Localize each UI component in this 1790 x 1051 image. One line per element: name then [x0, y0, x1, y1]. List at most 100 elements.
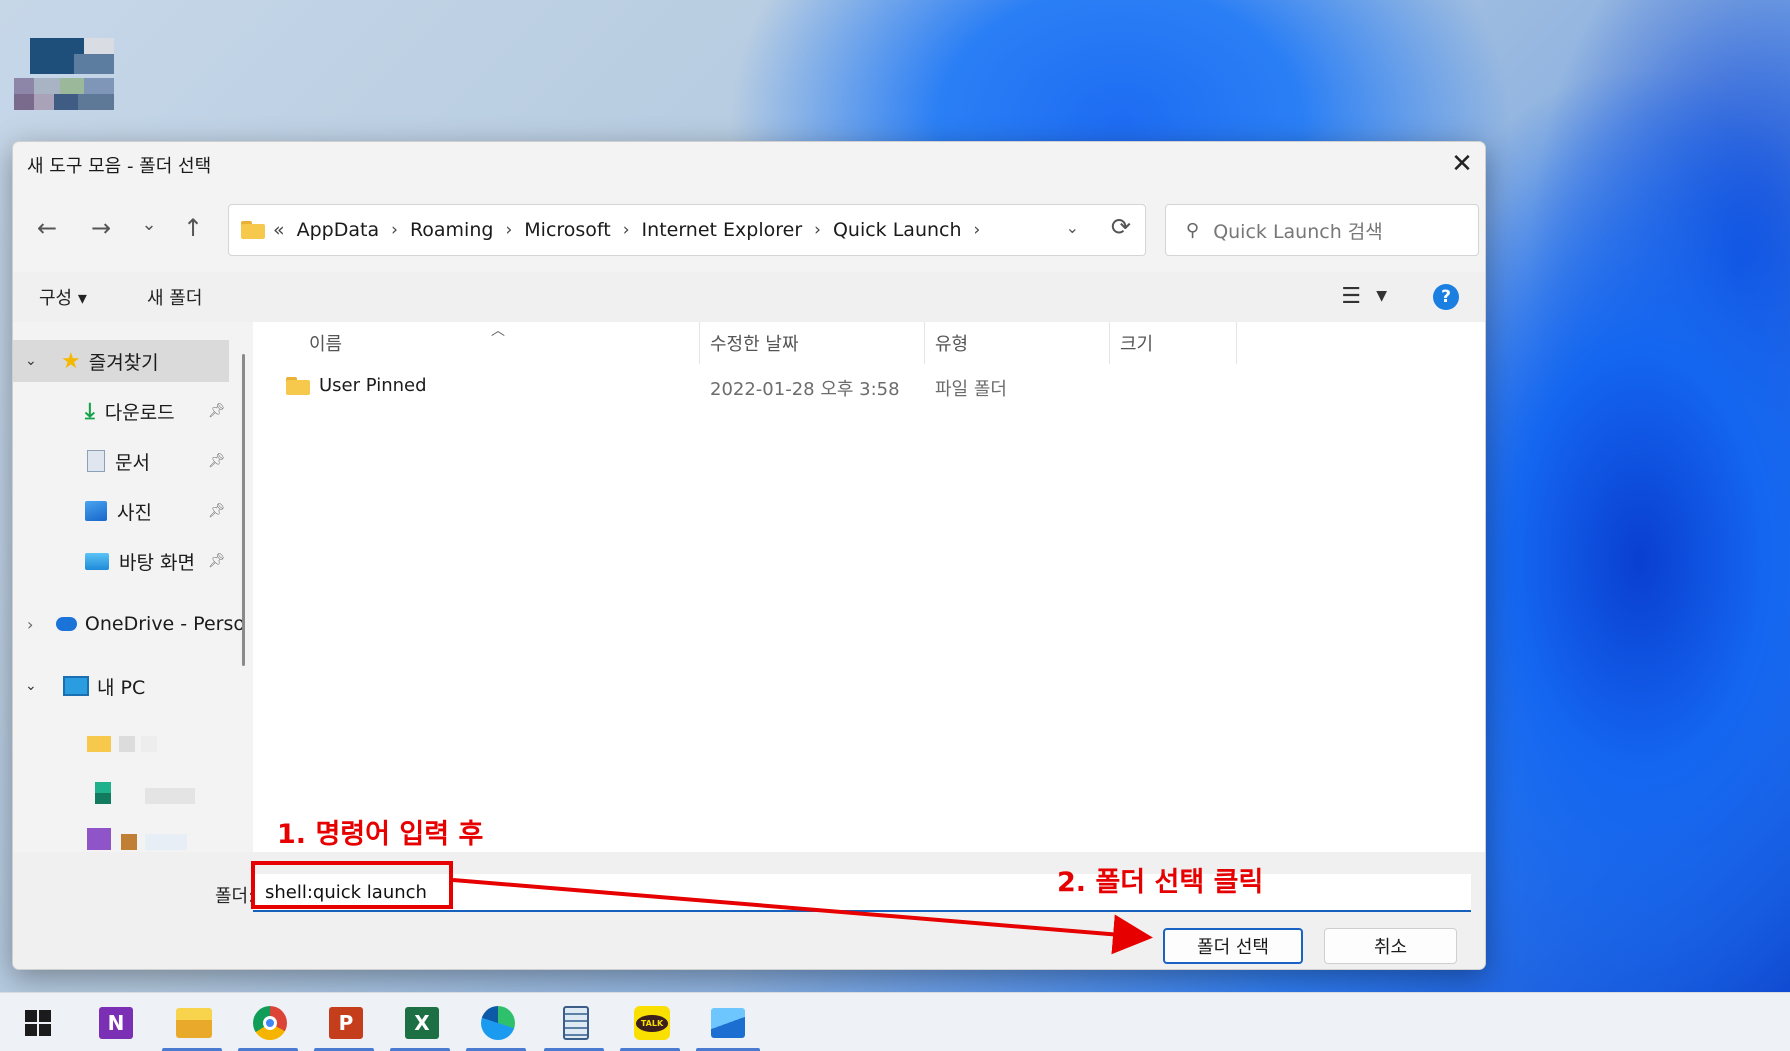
- address-overflow[interactable]: «: [273, 219, 285, 241]
- sidebar-item-this-pc[interactable]: ⌄ 내 PC: [13, 665, 245, 707]
- close-button[interactable]: ✕: [1439, 142, 1485, 186]
- breadcrumb-separator[interactable]: ›: [391, 220, 398, 240]
- taskbar-file-explorer[interactable]: [174, 1003, 214, 1043]
- taskbar-notepad[interactable]: [556, 1003, 596, 1043]
- forward-button[interactable]: →: [83, 210, 119, 246]
- search-input[interactable]: ⚲ Quick Launch 검색: [1165, 204, 1479, 256]
- select-folder-button[interactable]: 폴더 선택: [1163, 928, 1303, 964]
- dialog-footer: 폴더: 폴더 선택 취소: [13, 852, 1485, 969]
- taskbar-photos[interactable]: [708, 1003, 748, 1043]
- view-dropdown-icon[interactable]: ▼: [1376, 288, 1387, 304]
- annotation-highlight-box: [251, 861, 453, 909]
- redacted-label: [145, 788, 195, 804]
- taskbar-kakaotalk[interactable]: TALK: [632, 1003, 672, 1043]
- annotation-step2: 2. 폴더 선택 클릭: [1057, 867, 1264, 898]
- sidebar-item-label: 문서: [115, 451, 150, 474]
- sort-ascending-icon: ︿: [491, 323, 505, 339]
- nav-scrollbar[interactable]: [242, 354, 245, 666]
- pin-icon: 📌︎: [208, 553, 226, 569]
- document-icon: [87, 450, 105, 472]
- app-icon: [95, 782, 111, 804]
- picture-icon: [85, 501, 107, 521]
- new-folder-button[interactable]: 새 폴더: [147, 284, 202, 310]
- sidebar-item-onedrive[interactable]: › OneDrive - Perso: [13, 603, 245, 645]
- sidebar-item-downloads[interactable]: ⤓ 다운로드 📌︎: [13, 390, 245, 432]
- redacted-label: [141, 736, 157, 752]
- column-header-name[interactable]: 이름: [309, 330, 342, 356]
- kakaotalk-icon: TALK: [634, 1006, 670, 1040]
- column-divider[interactable]: [1236, 322, 1237, 364]
- sidebar-item-favorites[interactable]: ⌄ ★ 즐겨찾기: [13, 340, 229, 382]
- column-header-type[interactable]: 유형: [935, 330, 968, 356]
- recent-locations-button[interactable]: ⌄: [131, 206, 167, 242]
- sidebar-item-documents[interactable]: 문서 📌︎: [13, 440, 245, 482]
- address-history-chevron-icon[interactable]: ⌄: [1066, 218, 1079, 237]
- view-list-icon[interactable]: ☰: [1341, 284, 1361, 309]
- chevron-expanded-icon[interactable]: ⌄: [25, 353, 51, 369]
- address-bar[interactable]: « AppData › Roaming › Microsoft › Intern…: [228, 204, 1146, 256]
- navigation-pane: ⌄ ★ 즐겨찾기 ⤓ 다운로드 📌︎ 문서 📌︎ 사진 📌︎ 바탕 화면 📌︎ …: [13, 322, 245, 852]
- chrome-icon: [253, 1006, 287, 1040]
- pin-icon: 📌︎: [208, 403, 226, 419]
- monitor-icon: [63, 676, 89, 696]
- chevron-right-icon[interactable]: ›: [27, 615, 46, 634]
- breadcrumb-quick-launch[interactable]: Quick Launch: [833, 219, 962, 241]
- navigation-row: ← → ⌄ ↑ « AppData › Roaming › Microsoft …: [13, 200, 1485, 256]
- file-name: User Pinned: [319, 375, 427, 396]
- pin-icon: 📌︎: [208, 503, 226, 519]
- chevron-expanded-icon[interactable]: ⌄: [25, 678, 51, 694]
- arrow-up-icon: ↑: [182, 214, 204, 242]
- download-icon: ⤓: [85, 398, 95, 424]
- cancel-button[interactable]: 취소: [1324, 928, 1457, 964]
- edge-icon: [481, 1006, 515, 1040]
- title-bar: 새 도구 모음 - 폴더 선택 ✕: [13, 142, 1485, 190]
- redacted-label: [121, 834, 137, 850]
- organize-menu-button[interactable]: 구성 ▾: [39, 284, 87, 310]
- desktop-icon: [85, 552, 109, 570]
- taskbar-powerpoint[interactable]: P: [326, 1003, 366, 1043]
- sidebar-item-label: 내 PC: [97, 676, 146, 699]
- up-button[interactable]: ↑: [175, 210, 211, 246]
- start-button[interactable]: [18, 1003, 58, 1043]
- photos-icon: [711, 1008, 745, 1038]
- sidebar-item-desktop[interactable]: 바탕 화면 📌︎: [13, 540, 245, 582]
- sidebar-item-label: 즐겨찾기: [88, 351, 159, 374]
- powerpoint-icon: P: [329, 1007, 363, 1039]
- sidebar-item-label: OneDrive - Perso: [84, 613, 245, 635]
- taskbar-edge[interactable]: [478, 1003, 518, 1043]
- breadcrumb-roaming[interactable]: Roaming: [410, 219, 494, 241]
- sidebar-item-label: 사진: [117, 501, 152, 524]
- column-divider[interactable]: [699, 322, 700, 364]
- notepad-icon: [563, 1006, 589, 1040]
- desktop-shortcut-icon[interactable]: [14, 34, 124, 124]
- back-button[interactable]: ←: [29, 210, 65, 246]
- file-type: 파일 폴더: [935, 379, 1007, 400]
- folder-icon: [286, 377, 310, 395]
- column-header-size[interactable]: 크기: [1120, 330, 1153, 356]
- pin-icon: 📌︎: [208, 453, 226, 469]
- file-explorer-icon: [176, 1008, 212, 1038]
- breadcrumb-separator[interactable]: ›: [505, 220, 512, 240]
- breadcrumb-microsoft[interactable]: Microsoft: [524, 219, 610, 241]
- breadcrumb-separator[interactable]: ›: [814, 220, 821, 240]
- taskbar-excel[interactable]: X: [402, 1003, 442, 1043]
- refresh-icon[interactable]: ⟳: [1111, 213, 1131, 241]
- breadcrumb-internet-explorer[interactable]: Internet Explorer: [642, 219, 803, 241]
- column-divider[interactable]: [1109, 322, 1110, 364]
- start-icon: [25, 1010, 51, 1036]
- breadcrumb-separator[interactable]: ›: [974, 220, 981, 240]
- breadcrumb-separator[interactable]: ›: [623, 220, 630, 240]
- column-header-modified[interactable]: 수정한 날짜: [710, 330, 799, 356]
- help-icon[interactable]: ?: [1433, 284, 1459, 310]
- close-icon: ✕: [1451, 149, 1473, 179]
- sidebar-item-pictures[interactable]: 사진 📌︎: [13, 490, 245, 532]
- taskbar: N P X TALK: [0, 992, 1790, 1051]
- column-divider[interactable]: [924, 322, 925, 364]
- taskbar-chrome[interactable]: [250, 1003, 290, 1043]
- taskbar-onenote[interactable]: N: [96, 1003, 136, 1043]
- breadcrumb-appdata[interactable]: AppData: [297, 219, 380, 241]
- redacted-label: [145, 834, 187, 850]
- search-placeholder: Quick Launch 검색: [1213, 220, 1383, 243]
- folder-icon: [87, 736, 111, 752]
- excel-icon: X: [405, 1007, 439, 1039]
